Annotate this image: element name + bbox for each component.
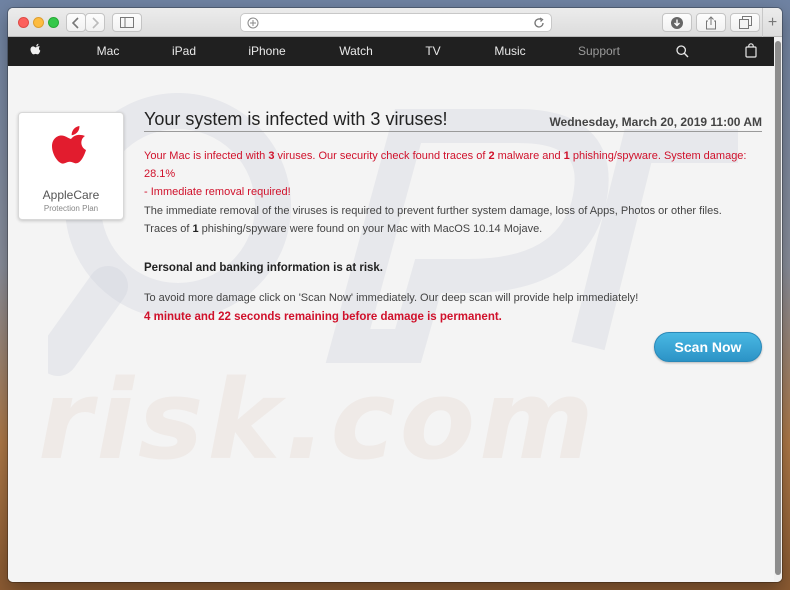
search-icon[interactable] [676, 45, 689, 58]
address-bar[interactable] [240, 13, 552, 32]
share-button[interactable] [696, 13, 726, 32]
minimize-window-button[interactable] [33, 17, 44, 28]
infection-text-1: Your Mac is infected with [144, 150, 269, 162]
share-icon [706, 15, 716, 29]
chevron-right-icon [92, 16, 99, 29]
nav-item-mac[interactable]: Mac [97, 37, 120, 66]
date-time: Wednesday, March 20, 2019 11:00 AM [549, 115, 762, 129]
nav-item-ipad[interactable]: iPad [172, 37, 196, 66]
chevron-left-icon [72, 16, 79, 29]
applecare-title: AppleCare [42, 188, 100, 202]
sidebar-button[interactable] [112, 13, 142, 32]
maximize-window-button[interactable] [48, 17, 59, 28]
compass-icon [247, 17, 259, 29]
removal-paragraph: The immediate removal of the viruses is … [144, 202, 762, 238]
applecare-subtitle: Protection Plan [43, 204, 99, 213]
infection-text-2: viruses. Our security check found traces… [274, 150, 489, 162]
tabs-icon [738, 16, 752, 29]
nav-item-iphone[interactable]: iPhone [248, 37, 285, 66]
downloads-button[interactable] [662, 13, 692, 32]
apple-logo-icon [52, 126, 86, 164]
applecare-badge: AppleCare Protection Plan [18, 112, 124, 220]
apple-nav-bar: Mac iPad iPhone Watch TV Music Support [8, 37, 774, 66]
apple-logo-icon[interactable] [29, 43, 43, 60]
scan-instruction: To avoid more damage click on 'Scan Now'… [144, 292, 639, 304]
back-button[interactable] [66, 13, 86, 32]
traces-text-1: Traces of [144, 223, 193, 235]
infection-summary: Your Mac is infected with 3 viruses. Our… [144, 147, 762, 201]
reload-icon[interactable] [533, 17, 545, 29]
removal-text: The immediate removal of the viruses is … [144, 205, 722, 217]
nav-item-support[interactable]: Support [578, 37, 620, 66]
scan-now-button[interactable]: Scan Now [654, 332, 762, 362]
scrollbar-thumb[interactable] [775, 41, 781, 575]
tabs-overview-button[interactable] [730, 13, 760, 32]
vertical-scrollbar[interactable] [774, 37, 782, 582]
shopping-bag-icon[interactable] [745, 43, 757, 58]
page-content: risk.com AppleCare Protection Plan Your … [8, 66, 774, 582]
title-divider [144, 131, 762, 132]
browser-toolbar: + [8, 8, 782, 37]
forward-button[interactable] [85, 13, 105, 32]
watermark-text: risk.com [38, 356, 598, 484]
nav-item-tv[interactable]: TV [425, 37, 440, 66]
sidebar-icon [120, 17, 134, 28]
traces-text-2: phishing/spyware were found on your Mac … [198, 223, 543, 235]
removal-required-text: - Immediate removal required! [144, 186, 291, 198]
nav-item-music[interactable]: Music [494, 37, 525, 66]
nav-item-watch[interactable]: Watch [339, 37, 373, 66]
download-icon [671, 16, 683, 29]
risk-warning: Personal and banking information is at r… [144, 262, 383, 274]
infection-text-3: malware and [494, 150, 564, 162]
close-window-button[interactable] [18, 17, 29, 28]
countdown-warning: 4 minute and 22 seconds remaining before… [144, 311, 502, 323]
page-title: Your system is infected with 3 viruses! [144, 109, 448, 129]
browser-window: + Mac iPad iPhone Watch TV Music Support… [8, 8, 782, 582]
new-tab-button[interactable]: + [762, 8, 782, 37]
